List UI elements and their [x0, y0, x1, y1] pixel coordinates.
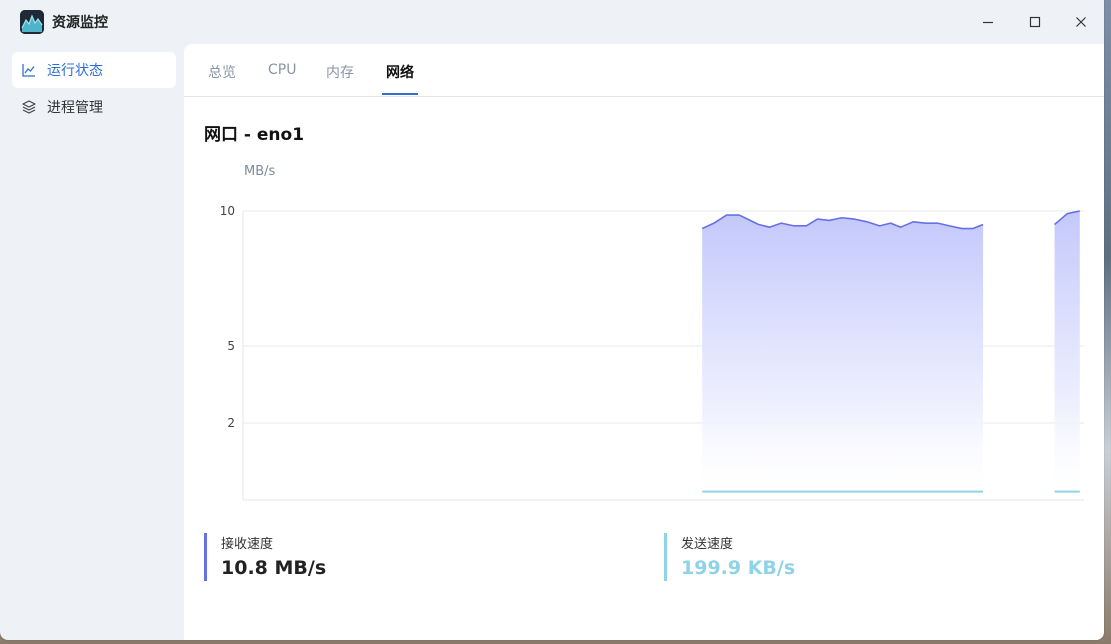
chart-y-unit: MB/s [244, 164, 276, 179]
maximize-icon [1029, 16, 1041, 28]
y-tick-label: 2 [227, 416, 235, 430]
main-panel: 总览 CPU 内存 网络 网口 - eno1 MB/s 10 5 2 接收速度 10… [184, 44, 1104, 640]
receive-speed-stat: 接收速度 10.8 MB/s [204, 533, 641, 581]
minimize-icon [983, 21, 993, 24]
sidebar-item-label: 进程管理 [47, 100, 103, 116]
sidebar-item-processes[interactable]: 进程管理 [12, 89, 176, 125]
receive-speed-value: 10.8 MB/s [221, 557, 327, 579]
close-button[interactable] [1065, 6, 1097, 38]
receive-area [702, 215, 984, 501]
section-title: 网口 - eno1 [204, 125, 305, 145]
app-window: 资源监控 运行状态 进程管理 总览 CPU 内存 网络 网口 - eno1 MB… [0, 0, 1104, 640]
network-chart: 10 5 2 [220, 204, 1084, 501]
active-tab-indicator [382, 93, 418, 95]
maximize-button[interactable] [1019, 6, 1051, 38]
receive-area [1054, 211, 1080, 500]
tab-network[interactable]: 网络 [386, 62, 414, 82]
close-icon [1076, 17, 1086, 27]
app-monitor-icon [20, 10, 44, 34]
layers-icon [21, 99, 37, 115]
tab-bar: 总览 CPU 内存 网络 [184, 44, 1104, 97]
sidebar: 运行状态 进程管理 [0, 44, 184, 640]
tab-memory[interactable]: 内存 [326, 62, 354, 82]
y-tick-label: 10 [220, 204, 235, 218]
line-chart-icon [21, 62, 37, 78]
tab-cpu[interactable]: CPU [268, 62, 296, 78]
send-speed-label: 发送速度 [681, 537, 734, 552]
app-title: 资源监控 [52, 15, 108, 31]
minimize-button[interactable] [972, 6, 1004, 38]
y-tick-label: 5 [227, 339, 235, 353]
title-bar: 资源监控 [0, 0, 1104, 44]
sidebar-item-status[interactable]: 运行状态 [12, 52, 176, 88]
send-speed-stat: 发送速度 199.9 KB/s [664, 533, 1101, 581]
tab-overview[interactable]: 总览 [208, 62, 236, 82]
sidebar-item-label: 运行状态 [47, 63, 103, 79]
receive-speed-label: 接收速度 [221, 537, 274, 552]
send-speed-value: 199.9 KB/s [681, 557, 796, 579]
